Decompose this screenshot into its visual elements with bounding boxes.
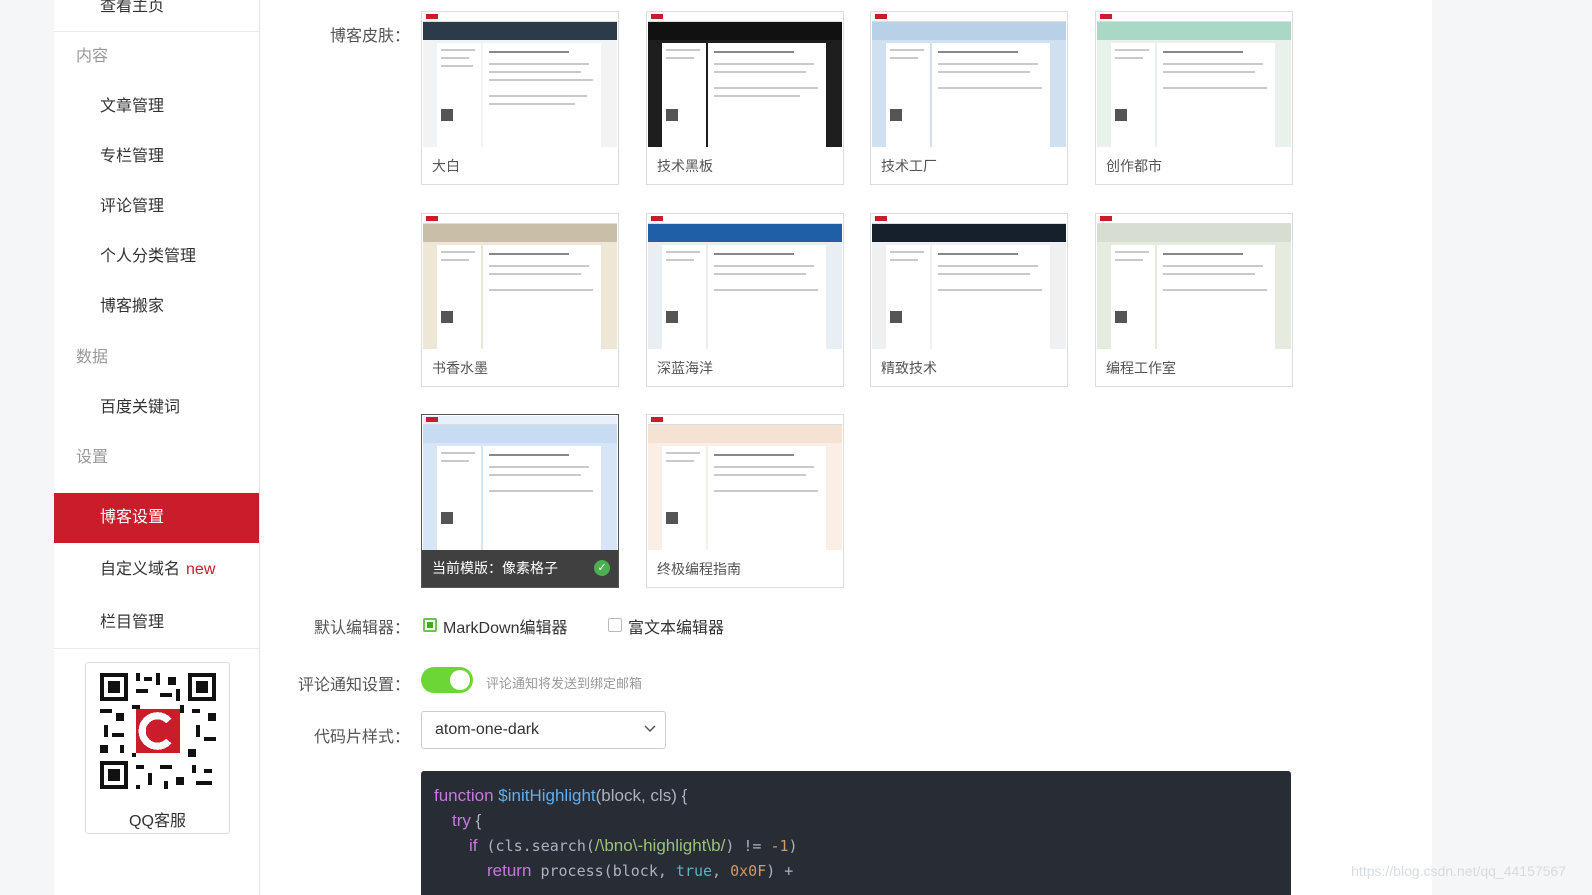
sidebar-item-blog-move[interactable]: 博客搬家 — [54, 282, 259, 332]
skin-thumbnail — [872, 13, 1066, 147]
skin-thumbnail — [648, 215, 842, 349]
skin-option[interactable]: 创作都市 — [1095, 11, 1293, 185]
sidebar-item-blog-settings[interactable]: 博客设置 — [54, 493, 259, 543]
richtext-radio[interactable] — [608, 618, 622, 632]
markdown-radio[interactable] — [423, 618, 437, 632]
skin-option[interactable]: 终极编程指南 — [646, 414, 844, 588]
skin-option[interactable]: 书香水墨 — [421, 213, 619, 387]
group-settings: 设置 — [76, 449, 109, 466]
skin-option[interactable]: 编程工作室 — [1095, 213, 1293, 387]
sidebar-item-articles[interactable]: 文章管理 — [54, 82, 259, 132]
skin-name: 书香水墨 — [432, 360, 488, 376]
current-template-bar: 当前模版：像素格子 ✓ — [422, 550, 618, 587]
richtext-radio-label[interactable]: 富文本编辑器 — [628, 614, 724, 638]
editor-label: 默认编辑器： — [313, 620, 410, 637]
skin-option[interactable]: 技术工厂 — [870, 11, 1068, 185]
notify-toggle[interactable] — [421, 667, 473, 693]
sidebar-item-label: 自定义域名 — [100, 561, 181, 578]
sidebar-item-baidu-keywords[interactable]: 百度关键词 — [54, 383, 259, 433]
skin-thumbnail — [1097, 13, 1291, 147]
sidebar-item-categories[interactable]: 个人分类管理 — [54, 232, 259, 282]
skin-option[interactable]: 精致技术 — [870, 213, 1068, 387]
sidebar-item-comments[interactable]: 评论管理 — [54, 182, 259, 232]
skin-name: 大白 — [432, 158, 460, 174]
skin-name: 深蓝海洋 — [657, 360, 713, 376]
skin-option-current[interactable]: 当前模版：像素格子 ✓ — [421, 414, 619, 588]
sidebar: 查看主页 内容 文章管理 专栏管理 评论管理 个人分类管理 博客搬家 数据 百度… — [54, 0, 260, 895]
qr-code-icon — [96, 669, 220, 793]
skin-thumbnail — [423, 13, 617, 147]
new-badge: new — [186, 561, 216, 578]
code-line: function $initHighlight(block, cls) { — [434, 786, 688, 805]
chevron-down-icon — [644, 725, 656, 733]
divider — [54, 648, 259, 649]
skin-label: 博客皮肤： — [329, 28, 410, 45]
markdown-radio-label[interactable]: MarkDown编辑器 — [443, 614, 567, 638]
skin-thumbnail — [872, 215, 1066, 349]
watermark: https://blog.csdn.net/qq_44157567 — [1351, 863, 1566, 879]
code-style-label: 代码片样式： — [313, 729, 410, 746]
skin-option[interactable]: 大白 — [421, 11, 619, 185]
skin-option[interactable]: 深蓝海洋 — [646, 213, 844, 387]
sidebar-item-column-mgmt[interactable]: 栏目管理 — [54, 598, 259, 648]
skin-thumbnail — [1097, 215, 1291, 349]
code-preview: function $initHighlight(block, cls) { tr… — [421, 771, 1291, 895]
sidebar-item-columns[interactable]: 专栏管理 — [54, 132, 259, 182]
code-style-select[interactable]: atom-one-dark — [421, 711, 666, 749]
check-icon: ✓ — [594, 560, 610, 576]
skin-name: 编程工作室 — [1106, 360, 1176, 376]
code-style-value: atom-one-dark — [435, 721, 540, 738]
skin-thumbnail — [423, 215, 617, 349]
skin-name: 终极编程指南 — [657, 561, 741, 577]
group-data: 数据 — [76, 349, 109, 366]
sidebar-item-custom-domain[interactable]: 自定义域名 new — [54, 545, 259, 595]
skin-thumbnail — [648, 13, 842, 147]
skin-name: 精致技术 — [881, 360, 937, 376]
skin-option[interactable]: 技术黑板 — [646, 11, 844, 185]
skin-name: 技术工厂 — [881, 158, 937, 174]
skin-thumbnail — [423, 416, 617, 550]
notify-label: 评论通知设置： — [297, 677, 410, 694]
qq-service-card[interactable]: QQ客服 — [85, 662, 230, 834]
qq-service-label: QQ客服 — [129, 813, 186, 830]
code-line: if (cls.search(/\bno\-highlight\b/) != -… — [469, 836, 798, 855]
group-content: 内容 — [76, 48, 109, 65]
view-home-link[interactable]: 查看主页 — [54, 0, 259, 32]
code-line: return process(block, true, 0x0F) + — [487, 861, 794, 880]
skin-thumbnail — [648, 416, 842, 550]
skin-name: 当前模版：像素格子 — [432, 560, 558, 576]
code-line: try { — [452, 811, 482, 830]
toggle-knob — [450, 670, 470, 690]
notify-hint: 评论通知将发送到绑定邮箱 — [486, 676, 643, 691]
skin-name: 创作都市 — [1106, 158, 1162, 174]
settings-panel: 博客皮肤： 大白 技术黑板 技术工厂 创作都市 书香水墨 深蓝海洋 精致技术 编… — [260, 0, 1432, 895]
skin-name: 技术黑板 — [657, 158, 713, 174]
